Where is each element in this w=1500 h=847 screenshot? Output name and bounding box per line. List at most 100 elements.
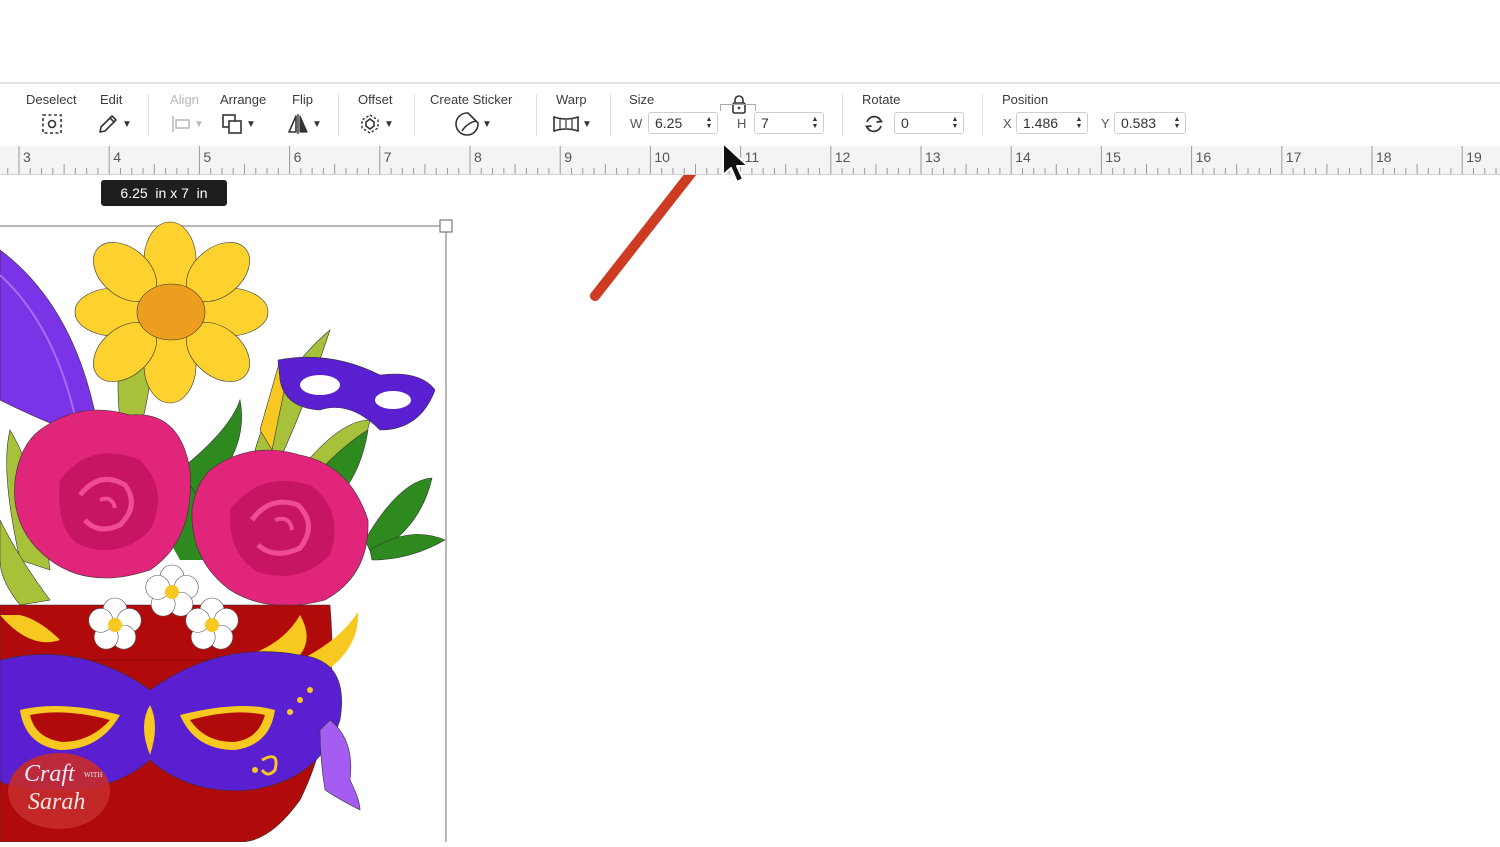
design-canvas[interactable]: Craft WITH Sarah	[0, 138, 1500, 847]
height-value: 7	[761, 115, 769, 131]
size-tooltip: 6.25 in x 7 in	[101, 180, 227, 206]
ruler-label: 19	[1466, 149, 1482, 165]
x-position-value: 1.486	[1023, 115, 1059, 131]
sticker-icon	[455, 112, 479, 136]
toolbar-divider	[338, 94, 339, 136]
rotate-value: 0	[901, 115, 909, 131]
flip-label: Flip	[292, 92, 313, 107]
x-position-stepper[interactable]: ▲ ▼	[1073, 116, 1087, 130]
create-sticker-label: Create Sticker	[430, 92, 513, 107]
width-axis-label: W	[630, 116, 643, 131]
deselect-group[interactable]: Deselect	[22, 84, 82, 146]
height-axis-label: H	[737, 116, 747, 131]
logo-line2: Sarah	[28, 789, 86, 815]
offset-group[interactable]: Offset ▼	[356, 84, 404, 146]
y-position-stepper[interactable]: ▲ ▼	[1171, 116, 1185, 130]
ruler-label: 17	[1285, 149, 1302, 165]
align-group: Align ▼	[166, 84, 206, 146]
chevron-down-icon: ▼	[246, 118, 256, 130]
craft-with-sarah-logo: Craft WITH Sarah	[8, 753, 110, 829]
logo-line1: Craft	[24, 761, 75, 787]
toolbar-divider	[148, 94, 149, 136]
ruler-label: 13	[925, 149, 941, 165]
mouse-cursor-icon	[722, 142, 749, 183]
position-group: Position X 1.486 ▲ ▼ Y 0.583 ▲ ▼	[998, 84, 1198, 146]
toolbar-divider	[842, 94, 843, 136]
y-axis-label: Y	[1101, 116, 1110, 131]
ruler-label: 5	[203, 149, 212, 165]
ruler-label: 18	[1376, 149, 1392, 165]
ruler-label: 3	[23, 149, 31, 165]
top-header-bar	[0, 0, 1500, 84]
offset-label: Offset	[358, 92, 393, 107]
align-icon	[172, 116, 190, 132]
edit-toolbar: Deselect Edit ▼ Align ▼ Arrange ▼ Flip ▼…	[0, 84, 1500, 147]
x-position-input[interactable]: 1.486 ▲ ▼	[1016, 112, 1088, 134]
offset-button[interactable]: ▼	[358, 112, 394, 136]
chevron-down-icon: ▼	[482, 118, 492, 130]
ruler-label: 6	[293, 149, 302, 165]
rotate-stepper[interactable]: ▲ ▼	[949, 116, 963, 130]
annotation-arrow-icon	[590, 138, 718, 301]
white-daisy	[145, 564, 199, 617]
arrange-button[interactable]: ▼	[220, 112, 256, 136]
chevron-down-icon: ▼	[582, 118, 592, 130]
pencil-icon	[99, 115, 117, 133]
logo-with: WITH	[84, 771, 103, 779]
edit-button[interactable]: ▼	[96, 112, 132, 136]
flip-icon	[288, 114, 308, 134]
lock-bracket	[720, 104, 756, 111]
daisy-flower	[74, 221, 269, 404]
height-input[interactable]: 7 ▲ ▼	[754, 112, 824, 134]
create-sticker-group[interactable]: Create Sticker ▼	[428, 84, 528, 146]
artwork-group[interactable]	[0, 221, 446, 843]
arrange-icon	[222, 114, 242, 134]
toolbar-divider	[982, 94, 983, 136]
y-position-value: 0.583	[1121, 115, 1157, 131]
deselect-label: Deselect	[26, 92, 77, 107]
rotate-label: Rotate	[862, 92, 901, 107]
warp-group[interactable]: Warp ▼	[552, 84, 598, 146]
chevron-down-icon: ▼	[384, 118, 394, 130]
edit-group[interactable]: Edit ▼	[96, 84, 136, 146]
width-stepper[interactable]: ▲ ▼	[703, 116, 717, 130]
edit-label: Edit	[100, 92, 123, 107]
chevron-down-icon: ▼	[312, 118, 322, 130]
rotate-input[interactable]: 0 ▲ ▼	[894, 112, 964, 134]
chevron-down-icon: ▼	[194, 118, 204, 130]
small-mask	[277, 356, 436, 431]
warp-label: Warp	[556, 92, 587, 107]
create-sticker-button[interactable]: ▼	[454, 112, 492, 136]
warp-icon	[553, 115, 579, 133]
ruler-label: 7	[383, 149, 392, 165]
deselect-icon	[42, 114, 62, 134]
warp-button[interactable]: ▼	[552, 112, 592, 136]
toolbar-divider	[610, 94, 611, 136]
rotate-group: Rotate 0 ▲ ▼	[858, 84, 968, 146]
arrange-group[interactable]: Arrange ▼	[218, 84, 274, 146]
x-axis-label: X	[1003, 116, 1012, 131]
ruler-label: 9	[564, 149, 572, 165]
y-position-input[interactable]: 0.583 ▲ ▼	[1114, 112, 1186, 134]
ruler-label: 16	[1195, 149, 1212, 165]
arrange-label: Arrange	[220, 92, 267, 107]
ruler-label: 4	[113, 149, 121, 165]
ruler-label: 8	[474, 149, 482, 165]
width-input[interactable]: 6.25 ▲ ▼	[648, 112, 718, 134]
align-label: Align	[170, 92, 199, 107]
canvas-artwork	[0, 138, 718, 847]
toolbar-divider	[414, 94, 415, 136]
height-stepper[interactable]: ▲ ▼	[809, 116, 823, 130]
ruler-label: 12	[834, 149, 851, 165]
flip-button[interactable]: ▼	[286, 112, 322, 136]
deselect-button[interactable]	[40, 112, 64, 136]
ruler-label: 15	[1105, 149, 1121, 165]
align-button: ▼	[170, 112, 204, 136]
size-group: Size W 6.25 ▲ ▼ H 7 ▲ ▼	[624, 84, 834, 146]
resize-handle[interactable]	[439, 219, 453, 233]
offset-icon	[361, 114, 379, 134]
rotate-button[interactable]	[862, 112, 886, 136]
size-label: Size	[629, 92, 655, 107]
flip-group[interactable]: Flip ▼	[286, 84, 326, 146]
position-label: Position	[1002, 92, 1049, 107]
